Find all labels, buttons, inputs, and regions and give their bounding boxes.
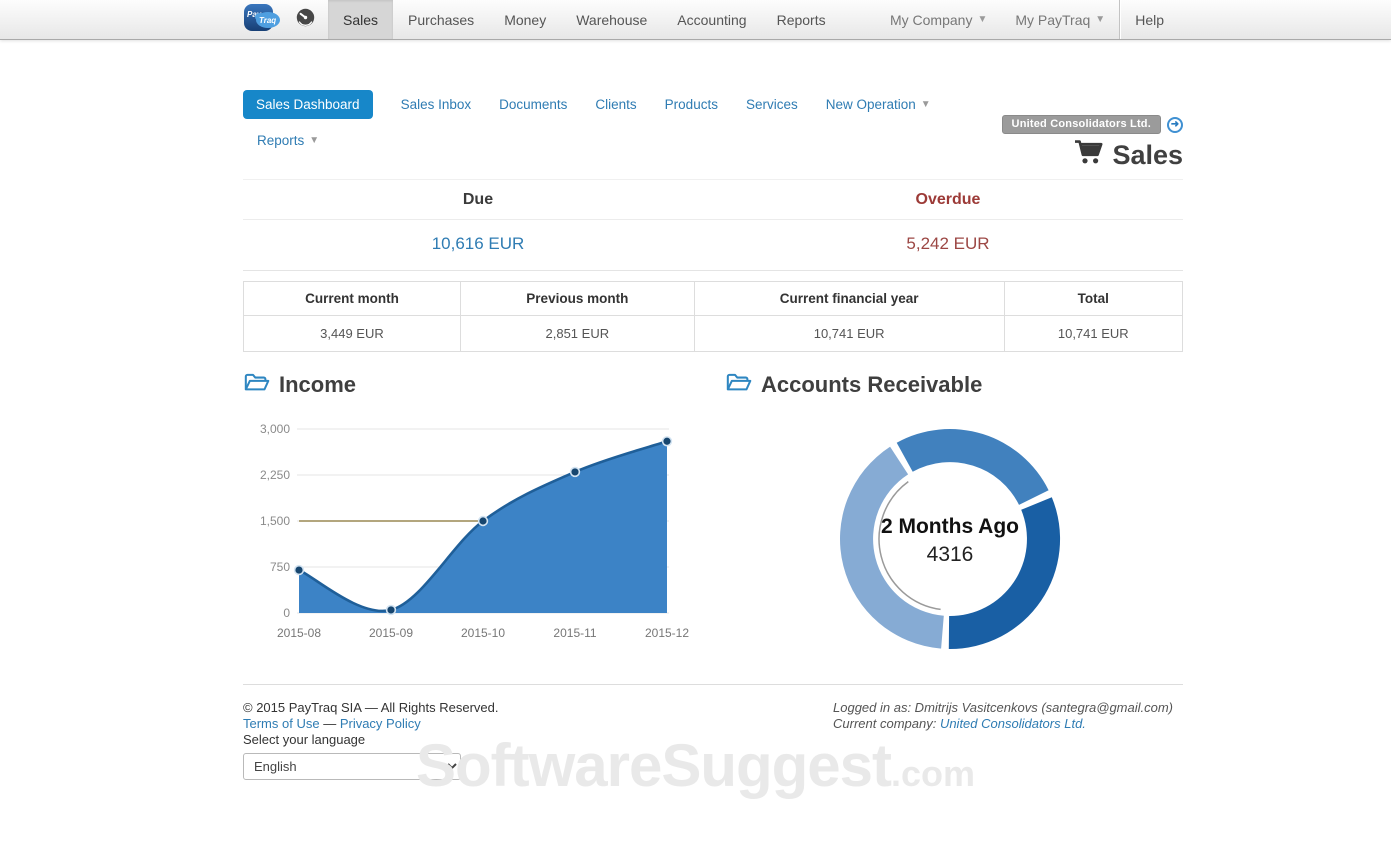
value-current-month: 3,449 EUR [243, 315, 461, 352]
chevron-down-icon: ▼ [920, 99, 931, 110]
switch-company-arrow-icon[interactable]: ➜ [1167, 116, 1183, 133]
page-title-text: Sales [1112, 139, 1183, 170]
paytraq-logo[interactable]: Pay Traq [243, 3, 283, 37]
main-content: United Consolidators Ltd. ➜ Sales Sales … [243, 90, 1184, 780]
reports-label: Reports [257, 133, 305, 148]
nav-item-money[interactable]: Money [489, 0, 561, 39]
new-operation-label: New Operation [825, 97, 916, 112]
chevron-down-icon: ▼ [309, 135, 320, 146]
my-paytraq-menu[interactable]: My PayTraq ▼ [1001, 0, 1119, 39]
nav-item-sales[interactable]: Sales [328, 0, 394, 39]
my-company-label: My Company [889, 11, 973, 28]
svg-text:2015-09: 2015-09 [369, 626, 413, 640]
language-label: Select your language [243, 732, 366, 747]
col-previous-month: Previous month [459, 281, 695, 316]
page-title: Sales [1002, 139, 1183, 171]
my-company-menu[interactable]: My Company ▼ [876, 0, 1001, 39]
current-company-link[interactable]: United Consolidators Ltd. [940, 716, 1086, 731]
period-summary-table: Current month Previous month Current fin… [243, 281, 1184, 352]
svg-text:Traq: Traq [259, 16, 276, 25]
nav-item-warehouse[interactable]: Warehouse [561, 0, 662, 39]
footer-divider [243, 684, 1183, 685]
value-total: 10,741 EUR [1003, 315, 1184, 352]
svg-text:2 Months Ago: 2 Months Ago [881, 515, 1019, 538]
footer-left: © 2015 PayTraq SIA — All Rights Reserved… [243, 700, 833, 780]
svg-text:1,500: 1,500 [260, 514, 290, 528]
svg-text:0: 0 [283, 606, 290, 620]
footer-right: Logged in as: Dmitrijs Vasitcenkovs (san… [833, 700, 1183, 780]
cart-icon [1074, 139, 1103, 171]
income-section: Income 0 750 1,500 2,250 3,000 2015-08 2015-09… [243, 371, 713, 664]
language-select[interactable]: English [243, 753, 461, 780]
top-navigation: Pay Traq Sales Purchases Money Warehouse… [0, 0, 1391, 40]
tab-sales-inbox[interactable]: Sales Inbox [401, 97, 472, 112]
copyright-text: © 2015 PayTraq SIA — All Rights Reserved… [243, 700, 499, 715]
nav-item-purchases[interactable]: Purchases [393, 0, 489, 39]
folder-icon [725, 371, 752, 398]
tab-new-operation[interactable]: New Operation ▼ [826, 97, 931, 112]
svg-text:2015-11: 2015-11 [553, 626, 596, 640]
due-amount-link[interactable]: 10,616 EUR [243, 234, 713, 254]
my-paytraq-label: My PayTraq [1015, 11, 1091, 28]
links-separator: — [319, 716, 340, 731]
chevron-down-icon: ▼ [977, 14, 988, 25]
svg-text:2015-12: 2015-12 [645, 626, 689, 640]
help-link[interactable]: Help [1120, 0, 1179, 39]
value-current-financial-year: 10,741 EUR [693, 315, 1005, 352]
folder-icon [243, 371, 270, 398]
tab-clients[interactable]: Clients [595, 97, 636, 112]
receivables-donut-chart: 2 Months Ago 4316 [839, 429, 1061, 650]
income-area-chart: 0 750 1,500 2,250 3,000 2015-08 2015-09 2015-10… [260, 422, 689, 640]
col-total: Total [1003, 281, 1184, 316]
income-title: Income [279, 371, 357, 397]
due-header: Due [462, 191, 494, 208]
svg-text:4316: 4316 [927, 543, 974, 566]
nav-item-reports[interactable]: Reports [762, 0, 841, 39]
accounts-receivable-title: Accounts Receivable [761, 371, 983, 397]
svg-text:2,250: 2,250 [260, 468, 290, 482]
svg-text:3,000: 3,000 [260, 422, 290, 436]
svg-text:750: 750 [270, 560, 290, 574]
terms-of-use-link[interactable]: Terms of Use [243, 716, 320, 731]
dashboard-gauge-icon[interactable] [295, 7, 316, 33]
company-badge: United Consolidators Ltd. [1001, 115, 1161, 134]
col-current-month: Current month [243, 281, 461, 316]
overdue-amount-link[interactable]: 5,242 EUR [713, 234, 1183, 254]
value-previous-month: 2,851 EUR [459, 315, 695, 352]
tab-sales-dashboard[interactable]: Sales Dashboard [243, 90, 373, 119]
table-row: 3,449 EUR 2,851 EUR 10,741 EUR 10,741 EU… [243, 315, 1184, 352]
tab-reports[interactable]: Reports ▼ [257, 133, 319, 148]
table-header-row: Current month Previous month Current fin… [243, 281, 1184, 316]
tab-products[interactable]: Products [665, 97, 718, 112]
due-overdue-panel: Due Overdue 10,616 EUR 5,242 EUR [243, 179, 1183, 271]
current-company-label: Current company: [833, 716, 940, 731]
privacy-policy-link[interactable]: Privacy Policy [340, 716, 421, 731]
nav-item-accounting[interactable]: Accounting [662, 0, 761, 39]
svg-text:2015-08: 2015-08 [277, 626, 321, 640]
chevron-down-icon: ▼ [1095, 14, 1106, 25]
overdue-header: Overdue [915, 191, 981, 208]
svg-text:2015-10: 2015-10 [461, 626, 505, 640]
logged-in-text: Logged in as: Dmitrijs Vasitcenkovs (san… [833, 700, 1174, 715]
tab-documents[interactable]: Documents [499, 97, 567, 112]
col-current-financial-year: Current financial year [693, 281, 1005, 316]
tab-services[interactable]: Services [746, 97, 798, 112]
accounts-receivable-section: Accounts Receivable 2 Months Ago 4316 [713, 371, 1183, 664]
